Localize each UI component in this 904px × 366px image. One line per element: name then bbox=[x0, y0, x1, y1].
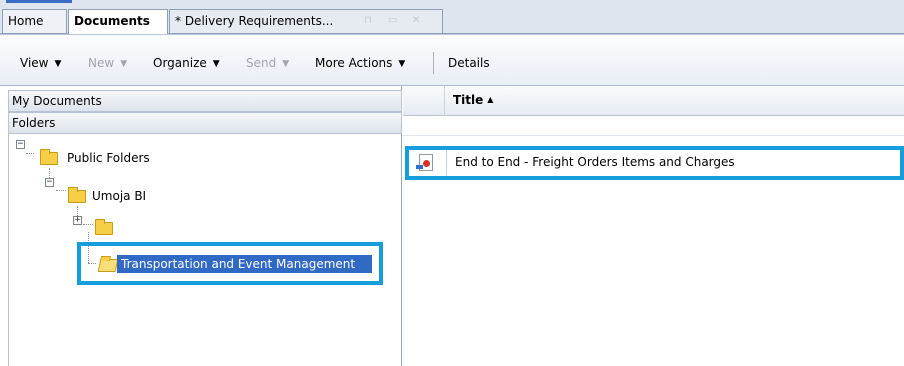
document-type-cell bbox=[409, 150, 447, 176]
plus-icon: + bbox=[74, 215, 81, 225]
folder-icon bbox=[40, 149, 58, 165]
new-menu-button[interactable]: New ▼ bbox=[88, 55, 127, 72]
chevron-down-icon: ▼ bbox=[54, 59, 62, 69]
folders-header[interactable]: Folders bbox=[8, 112, 402, 134]
tab-delivery-label: * Delivery Requirements... bbox=[175, 14, 334, 28]
minus-icon: − bbox=[46, 177, 53, 187]
tree-node-public-folders[interactable]: Public Folders bbox=[38, 148, 238, 168]
public-folders-label: Public Folders bbox=[67, 151, 150, 165]
tab-pin-icon[interactable]: ⊓ bbox=[364, 10, 372, 32]
folder-icon bbox=[95, 219, 113, 235]
folder-navigation-pane: My Documents Folders − Public Folders − … bbox=[0, 86, 402, 366]
list-column-header: Title ▲ bbox=[403, 86, 904, 116]
tab-home-label: Home bbox=[8, 14, 44, 28]
chevron-down-icon: ▼ bbox=[398, 59, 406, 69]
tab-home[interactable]: Home bbox=[2, 9, 67, 33]
organize-menu-button[interactable]: Organize ▼ bbox=[153, 55, 220, 72]
umoja-bi-label: Umoja BI bbox=[92, 189, 147, 203]
tab-documents-label: Documents bbox=[74, 14, 150, 28]
new-label: New bbox=[88, 56, 115, 70]
more-actions-menu-button[interactable]: More Actions ▼ bbox=[315, 55, 405, 72]
collapse-public-folders-toggle[interactable]: − bbox=[16, 140, 25, 149]
title-column-label: Title bbox=[453, 93, 484, 107]
tab-documents[interactable]: Documents bbox=[68, 9, 168, 34]
view-label: View bbox=[20, 56, 49, 70]
web-intelligence-document-icon bbox=[416, 154, 433, 171]
my-documents-header[interactable]: My Documents bbox=[8, 90, 402, 112]
tree-node-unnamed-folder[interactable] bbox=[93, 218, 123, 238]
highlight-box-selected-folder bbox=[77, 242, 383, 285]
send-label: Send bbox=[246, 56, 277, 70]
document-list-pane: Title ▲ End to End - Freight Orders Items… bbox=[403, 86, 904, 366]
details-button[interactable]: Details bbox=[448, 55, 490, 71]
organize-label: Organize bbox=[153, 56, 207, 70]
tab-delivery-requirements[interactable]: * Delivery Requirements... ⊓ ▭ ✕ bbox=[169, 9, 443, 33]
minus-icon: − bbox=[17, 139, 24, 149]
tree-connector bbox=[26, 153, 34, 154]
document-row[interactable]: End to End - Freight Orders Items and Ch… bbox=[405, 146, 904, 180]
more-actions-label: More Actions bbox=[315, 56, 393, 70]
view-menu-button[interactable]: View ▼ bbox=[20, 55, 61, 72]
my-documents-label: My Documents bbox=[12, 94, 102, 108]
tab-minimize-icon[interactable]: ▭ bbox=[388, 10, 397, 32]
row-divider bbox=[403, 135, 904, 136]
toolbar-separator bbox=[433, 52, 434, 74]
tree-connector bbox=[83, 224, 93, 225]
tab-strip: Home Documents * Delivery Requirements..… bbox=[0, 0, 904, 34]
tab-close-icon[interactable]: ✕ bbox=[412, 10, 420, 32]
chevron-down-icon: ▼ bbox=[212, 59, 220, 69]
expand-folder-toggle[interactable]: + bbox=[73, 216, 82, 225]
folders-label: Folders bbox=[12, 116, 56, 130]
collapse-umoja-bi-toggle[interactable]: − bbox=[45, 178, 54, 187]
sort-ascending-icon: ▲ bbox=[487, 95, 494, 104]
chevron-down-icon: ▼ bbox=[120, 59, 128, 69]
send-menu-button[interactable]: Send ▼ bbox=[246, 55, 289, 72]
tab-strip-accent bbox=[6, 0, 72, 3]
pane-border bbox=[8, 130, 9, 366]
tree-connector bbox=[56, 190, 66, 191]
toolbar: View ▼ New ▼ Organize ▼ Send ▼ More Actions ▼… bbox=[0, 34, 904, 86]
details-label: Details bbox=[448, 56, 490, 70]
type-column-header[interactable] bbox=[403, 86, 445, 116]
title-column-header[interactable]: Title ▲ bbox=[453, 93, 493, 107]
document-title[interactable]: End to End - Freight Orders Items and Ch… bbox=[455, 155, 735, 169]
tree-node-umoja-bi[interactable]: Umoja BI bbox=[66, 186, 266, 206]
folder-icon bbox=[68, 187, 86, 203]
chevron-down-icon: ▼ bbox=[282, 59, 290, 69]
